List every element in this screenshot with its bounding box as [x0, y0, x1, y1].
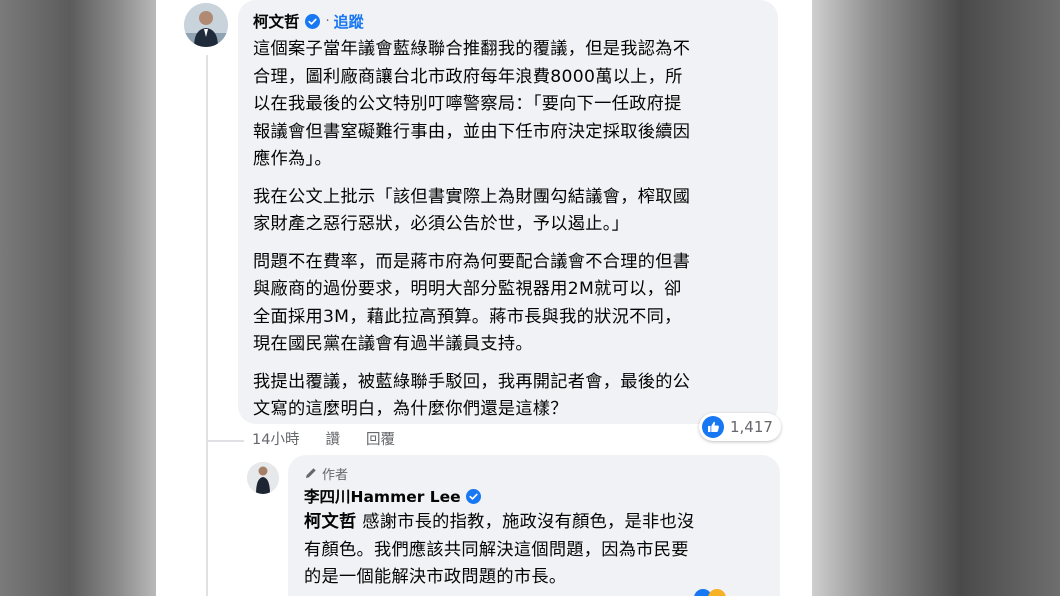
reply-body: 柯文哲 感謝市長的指教，施政沒有顏色，是非也沒 有顏色。我們應該共同解決這個問題… — [304, 509, 766, 592]
like-button[interactable]: 讚 — [325, 428, 340, 449]
comment-thread-panel: 柯文哲 · 追蹤 這個案子當年議會藍綠聯合推翻我的覆議，但是我認為不 合理，圖利… — [156, 0, 812, 596]
reply-author-name[interactable]: 李四川Hammer Lee — [304, 485, 461, 507]
author-badge: 作者 — [304, 463, 766, 483]
reply-mention-link[interactable]: 柯文哲 — [304, 512, 356, 532]
thread-branch — [206, 440, 244, 442]
comment-paragraph-4: 我提出覆議，被藍綠聯手駁回，我再開記者會，最後的公 文寫的這麼明白，為什麼你們還… — [253, 371, 691, 420]
reply-bubble: 作者 李四川Hammer Lee 柯文哲 感謝市長的指教，施政沒有顏色，是非也沒… — [288, 455, 780, 596]
comment-bubble: 柯文哲 · 追蹤 這個案子當年議會藍綠聯合推翻我的覆議，但是我認為不 合理，圖利… — [238, 0, 778, 424]
comment-paragraph-2: 我在公文上批示「該但書實際上為財團勾結議會，榨取國 家財產之惡行惡狀，必須公告於… — [253, 186, 691, 235]
reaction-summary[interactable]: 1,417 — [699, 413, 781, 441]
pencil-icon — [306, 468, 316, 478]
separator-dot: · — [325, 13, 330, 29]
reply-reactions-partial[interactable] — [694, 588, 738, 596]
author-badge-label: 作者 — [322, 467, 349, 483]
reply-text: 感謝市長的指教，施政沒有顏色，是非也沒 有顏色。我們應該共同解決這個問題，因為市… — [304, 512, 695, 587]
left-background — [0, 0, 156, 596]
thread-line — [206, 55, 208, 596]
comment-paragraph-3: 問題不在費率，而是蔣市府為何要配合議會不合理的但書 與廠商的過份要求，明明大部分… — [253, 251, 691, 355]
avatar-hammer-lee[interactable] — [247, 462, 279, 494]
comment-timestamp[interactable]: 14小時 — [252, 428, 299, 449]
right-background — [812, 0, 1060, 596]
verified-badge-icon — [465, 488, 481, 504]
reply-button[interactable]: 回覆 — [366, 428, 395, 449]
reaction-count: 1,417 — [730, 418, 773, 436]
comment-paragraph-1: 這個案子當年議會藍綠聯合推翻我的覆議，但是我認為不 合理，圖利廠商讓台北市政府每… — [253, 39, 691, 169]
verified-badge-icon — [304, 13, 320, 29]
reply-header: 李四川Hammer Lee — [304, 483, 766, 509]
avatar-ko-wen-je[interactable] — [184, 3, 228, 47]
like-icon — [702, 416, 724, 438]
follow-button[interactable]: 追蹤 — [334, 11, 364, 32]
comment-header: 柯文哲 · 追蹤 — [253, 8, 766, 34]
comment-author-name[interactable]: 柯文哲 — [253, 10, 300, 32]
comment-actions: 14小時 讚 回覆 — [252, 428, 421, 449]
